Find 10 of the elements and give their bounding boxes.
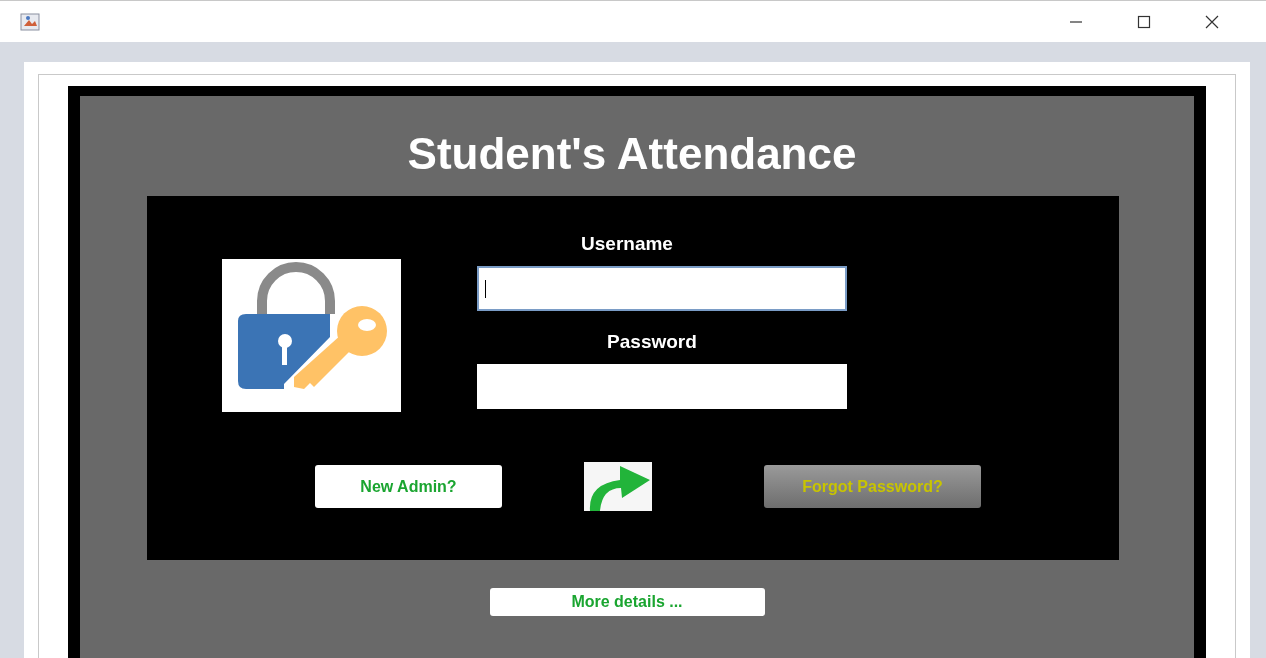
lock-and-key-icon: [222, 259, 401, 412]
forward-arrow-button[interactable]: [584, 462, 652, 511]
more-details-button[interactable]: More details ...: [489, 588, 765, 616]
app-icon: [20, 12, 40, 31]
field-label: Username: [581, 232, 673, 256]
new-admin-button[interactable]: New Admin?: [315, 465, 502, 508]
app-title: Student's Attendance: [407, 128, 857, 180]
field-label: Password: [607, 330, 697, 354]
input-field[interactable]: [477, 266, 847, 311]
forgot-password-button[interactable]: Forgot Password?: [764, 465, 981, 508]
